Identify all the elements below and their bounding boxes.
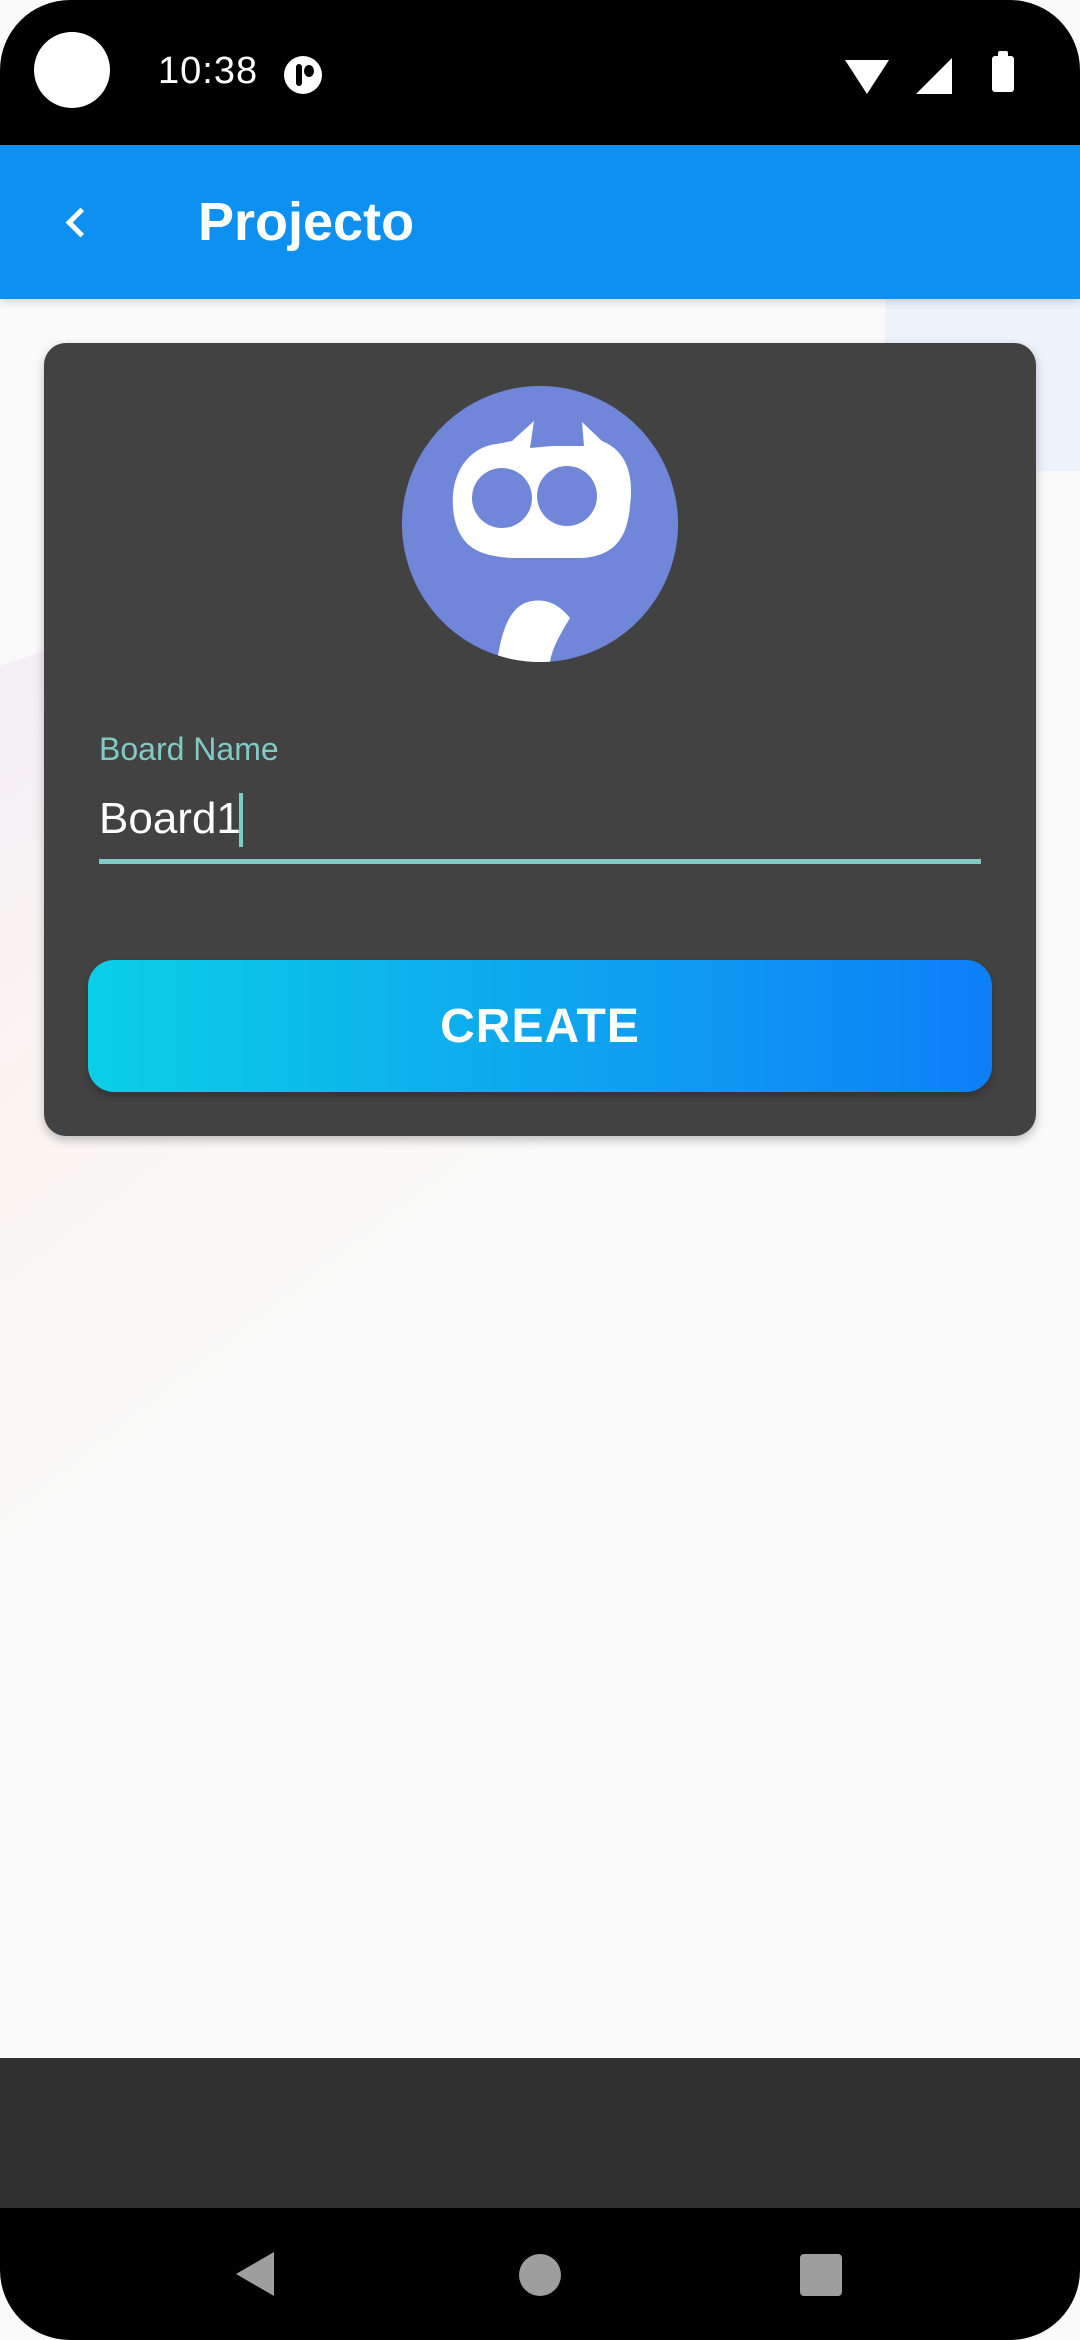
signal-icon [916, 58, 952, 94]
chevron-left-icon [65, 207, 95, 237]
notification-icon [284, 56, 322, 94]
recents-square-icon[interactable] [800, 2254, 842, 2296]
back-triangle-icon[interactable] [236, 2252, 274, 2296]
system-nav-bar [0, 2208, 1080, 2340]
board-name-label: Board Name [99, 731, 279, 767]
create-button[interactable]: CREATE [88, 960, 992, 1092]
board-name-input[interactable] [99, 783, 981, 855]
back-button[interactable] [40, 185, 114, 259]
home-circle-icon[interactable] [519, 2254, 561, 2296]
camera-cutout [34, 32, 110, 108]
status-bar: 10:38 [0, 0, 1080, 145]
app-bar: Projecto [0, 145, 1080, 299]
text-cursor [239, 793, 243, 847]
page-title: Projecto [198, 192, 415, 252]
wifi-icon [845, 60, 889, 94]
battery-icon [992, 51, 1014, 92]
status-time: 10:38 [158, 50, 259, 92]
robot-mascot-icon [402, 386, 678, 662]
bottom-bar [0, 2058, 1080, 2208]
create-board-card: Board Name CREATE [44, 343, 1036, 1136]
phone-screen: 10:38 Projecto Board Name CREATE [0, 0, 1080, 2340]
board-name-field-container [99, 783, 981, 864]
